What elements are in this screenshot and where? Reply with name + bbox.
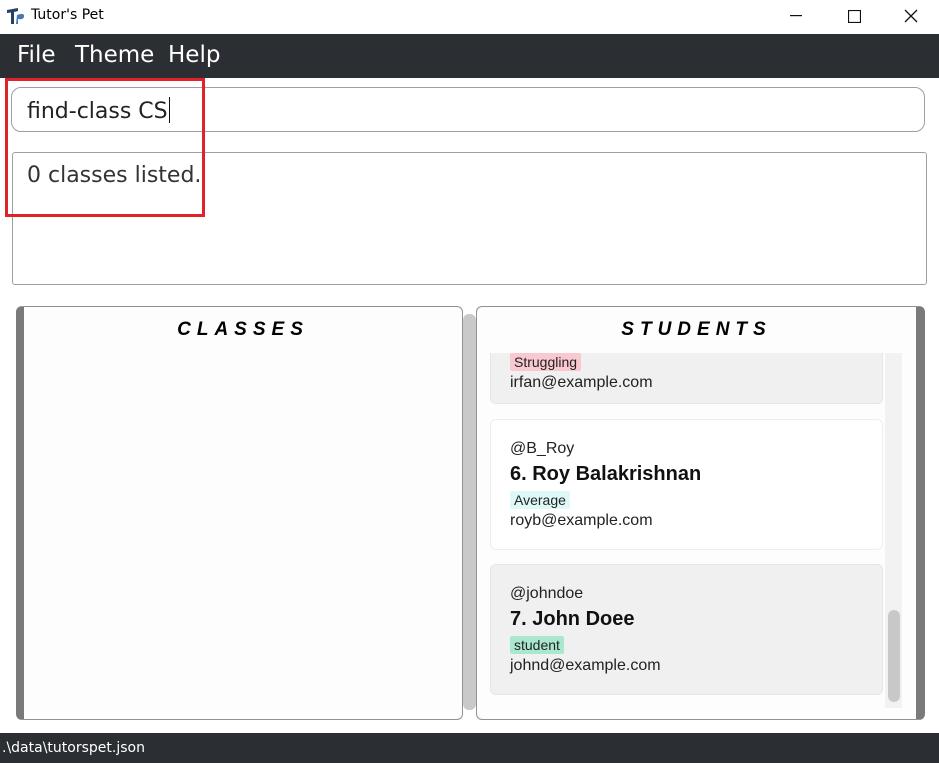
classes-title: CLASSES bbox=[177, 319, 309, 340]
student-list: Struggling irfan@example.com @B_Roy 6. R… bbox=[488, 353, 885, 708]
student-name: 6. Roy Balakrishnan bbox=[510, 463, 702, 485]
menu-help[interactable]: Help bbox=[168, 42, 220, 68]
menu-bar: File Theme Help bbox=[0, 34, 939, 78]
student-list-scroll-thumb[interactable] bbox=[888, 610, 900, 702]
student-card[interactable]: Struggling irfan@example.com bbox=[490, 353, 883, 404]
menu-theme[interactable]: Theme bbox=[75, 42, 154, 68]
student-email: irfan@example.com bbox=[510, 374, 653, 391]
menu-file[interactable]: File bbox=[17, 42, 56, 68]
student-tag: Average bbox=[510, 491, 570, 509]
student-card[interactable]: @B_Roy 6. Roy Balakrishnan Average royb@… bbox=[490, 419, 883, 550]
student-email: royb@example.com bbox=[510, 512, 653, 529]
annotation-highlight-box bbox=[5, 78, 205, 217]
student-name: 7. John Doee bbox=[510, 608, 635, 630]
student-tag: student bbox=[510, 636, 564, 654]
student-handle: @B_Roy bbox=[510, 440, 575, 457]
student-card[interactable]: @johndoe 7. John Doee student johnd@exam… bbox=[490, 564, 883, 695]
students-title: STUDENTS bbox=[621, 319, 772, 340]
student-tag: Struggling bbox=[510, 353, 582, 371]
maximize-button[interactable] bbox=[825, 0, 883, 32]
app-logo-icon bbox=[6, 6, 26, 26]
title-bar: Tutor's Pet bbox=[0, 0, 939, 34]
close-button[interactable] bbox=[882, 0, 939, 32]
minimize-button[interactable] bbox=[767, 0, 825, 32]
student-email: johnd@example.com bbox=[510, 657, 661, 674]
panel-divider[interactable] bbox=[463, 314, 476, 710]
status-bar: .\data\tutorspet.json bbox=[0, 733, 939, 763]
data-file-path: .\data\tutorspet.json bbox=[2, 740, 145, 756]
student-handle: @johndoe bbox=[510, 585, 584, 602]
window-title: Tutor's Pet bbox=[31, 7, 104, 23]
classes-panel: CLASSES bbox=[16, 306, 463, 720]
